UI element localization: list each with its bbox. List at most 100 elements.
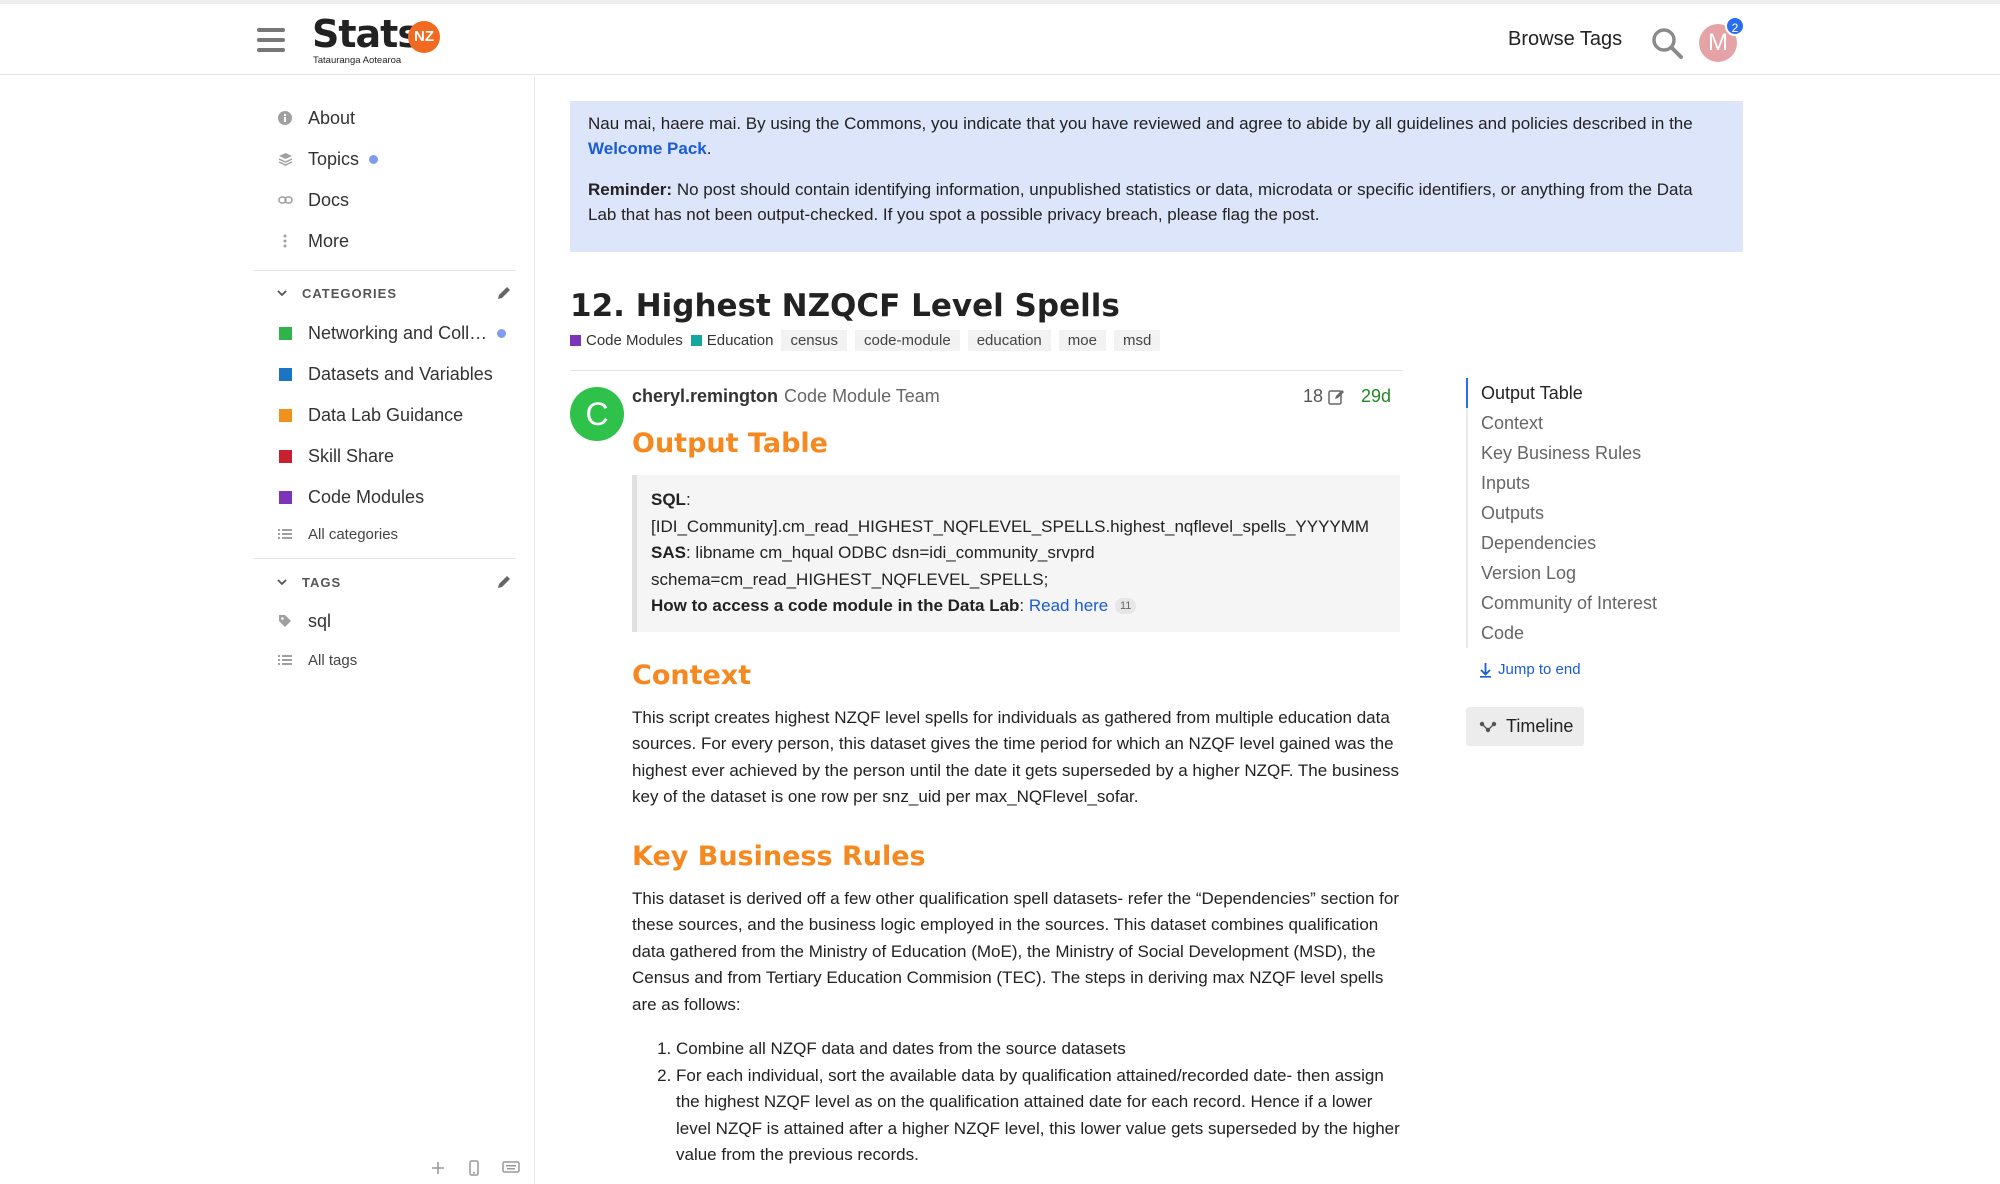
hamburger-menu-icon[interactable] [257,28,285,52]
sidebar-item-label: About [308,107,356,128]
sidebar-divider [254,270,516,271]
category-color-swatch [570,334,581,346]
logo-subtitle: Tatauranga Aotearoa [313,55,402,66]
post-meta: cheryl.remington Code Module Team [632,386,940,407]
site-logo[interactable]: Stats NZ Tatauranga Aotearoa [312,12,452,68]
welcome-banner: Nau mai, haere mai. By using the Commons… [570,101,1743,252]
reminder-text: No post should contain identifying infor… [588,180,1693,224]
toc-item-code[interactable]: Code [1468,618,1686,648]
toc-item-output-table[interactable]: Output Table [1466,378,1686,408]
jump-to-end-link[interactable]: Jump to end [1479,661,1581,678]
category-label: Code Modules [586,331,683,349]
toc-item-community-of-interest[interactable]: Community of Interest [1468,588,1686,618]
category-color-swatch [690,334,702,346]
logo-badge: NZ [408,21,440,53]
author-username[interactable]: cheryl.remington [632,386,778,407]
user-menu-button[interactable]: M 2 [1699,16,1745,62]
access-label: How to access a code module in the Data … [651,596,1020,615]
categories-section-header[interactable]: CATEGORIES [254,281,516,305]
heading-output-table: Output Table [632,428,828,459]
timeline-button[interactable]: Timeline [1466,707,1584,746]
sidebar-category-skill-share[interactable]: Skill Share [254,440,516,472]
sidebar-item-topics[interactable]: Topics [254,143,516,175]
notification-badge: 2 [1725,16,1745,36]
browse-tags-link[interactable]: Browse Tags [1508,28,1622,51]
table-of-contents: Output Table Context Key Business Rules … [1466,378,1686,648]
toc-item-context[interactable]: Context [1468,408,1686,438]
author-avatar[interactable]: C [570,387,624,441]
tag-census[interactable]: census [781,329,847,351]
sidebar-category-code-modules[interactable]: Code Modules [254,481,516,513]
sidebar-item-label: Datasets and Variables [308,363,493,384]
sidebar-border [534,76,535,1184]
banner-intro-end: . [706,139,712,158]
sidebar-item-label: Networking and Coll… [308,322,488,343]
tag-education[interactable]: education [967,329,1051,351]
sidebar-tag-sql[interactable]: sql [254,605,516,637]
output-blockquote: SQL: [IDI_Community].cm_read_HIGHEST_NQF… [632,475,1400,632]
jump-to-end-label: Jump to end [1498,661,1581,678]
plus-icon[interactable] [430,1160,446,1176]
pencil-icon[interactable] [496,574,512,590]
category-color-swatch [274,326,296,340]
mobile-icon[interactable] [466,1160,482,1176]
author-title: Code Module Team [784,386,940,406]
heading-context: Context [632,659,752,691]
unread-dot [369,154,379,164]
sidebar-item-label: Topics [308,148,360,169]
rules-steps-list: Combine all NZQF data and dates from the… [676,1036,1400,1169]
category-color-swatch [274,449,296,463]
category-badge-code-modules[interactable]: Code Modules [570,332,683,349]
tags-section-header[interactable]: TAGS [254,570,516,594]
toc-item-version-log[interactable]: Version Log [1468,558,1686,588]
search-icon[interactable] [1650,26,1684,60]
sidebar-item-about[interactable]: About [254,102,516,134]
edit-count: 18 [1303,386,1324,406]
category-badge-education[interactable]: Education [690,332,773,349]
tag-moe[interactable]: moe [1058,329,1106,351]
pencil-icon[interactable] [496,285,512,301]
tag-msd[interactable]: msd [1113,329,1161,351]
sidebar-category-networking[interactable]: Networking and Coll… [254,317,516,349]
chevron-down-icon[interactable] [276,576,288,588]
sidebar-item-label: Docs [308,189,350,210]
sas-label: SAS [651,543,686,562]
unread-dot [497,328,507,338]
heading-key-business-rules: Key Business Rules [632,840,926,872]
timeline-icon [1479,721,1497,732]
read-here-link[interactable]: Read here [1029,596,1108,615]
timeline-label: Timeline [1506,716,1574,736]
chevron-down-icon[interactable] [276,287,288,299]
site-header: Stats NZ Tatauranga Aotearoa Browse Tags… [0,4,2000,75]
edit-history-button[interactable]: 18 [1303,386,1345,407]
post-age[interactable]: 29d [1361,386,1391,407]
toc-item-dependencies[interactable]: Dependencies [1468,528,1686,558]
topic-tag-row: Code Modules Education census code-modul… [570,328,1161,352]
sidebar-item-docs[interactable]: Docs [254,184,516,216]
context-paragraph: This script creates highest NZQF level s… [632,707,1400,807]
keyboard-icon[interactable] [502,1160,520,1176]
sidebar-item-label: All tags [308,651,358,669]
toc-item-key-business-rules[interactable]: Key Business Rules [1468,438,1686,468]
banner-intro-text: Nau mai, haere mai. By using the Commons… [588,114,1693,133]
sidebar-category-data-lab-guidance[interactable]: Data Lab Guidance [254,399,516,431]
sidebar-item-label: All categories [308,525,399,543]
tags-title: TAGS [302,574,342,590]
toc-item-outputs[interactable]: Outputs [1468,498,1686,528]
category-color-swatch [274,367,296,381]
topic-title[interactable]: 12. Highest NZQCF Level Spells [570,288,1120,324]
sidebar-category-datasets[interactable]: Datasets and Variables [254,358,516,390]
link-click-count: 11 [1115,598,1137,614]
sidebar: About Topics Docs More CATEGORIES Networ… [254,76,534,1184]
sidebar-item-label: Code Modules [308,486,425,507]
sidebar-all-tags[interactable]: All tags [254,644,516,676]
layers-icon [274,152,296,166]
toc-item-inputs[interactable]: Inputs [1468,468,1686,498]
arrow-down-icon [1480,662,1491,678]
sidebar-item-label: Data Lab Guidance [308,404,464,425]
tag-code-module[interactable]: code-module [854,329,960,351]
sql-label: SQL [651,490,686,509]
sidebar-all-categories[interactable]: All categories [254,518,516,550]
sidebar-item-more[interactable]: More [254,225,516,257]
welcome-pack-link[interactable]: Welcome Pack [588,139,707,158]
